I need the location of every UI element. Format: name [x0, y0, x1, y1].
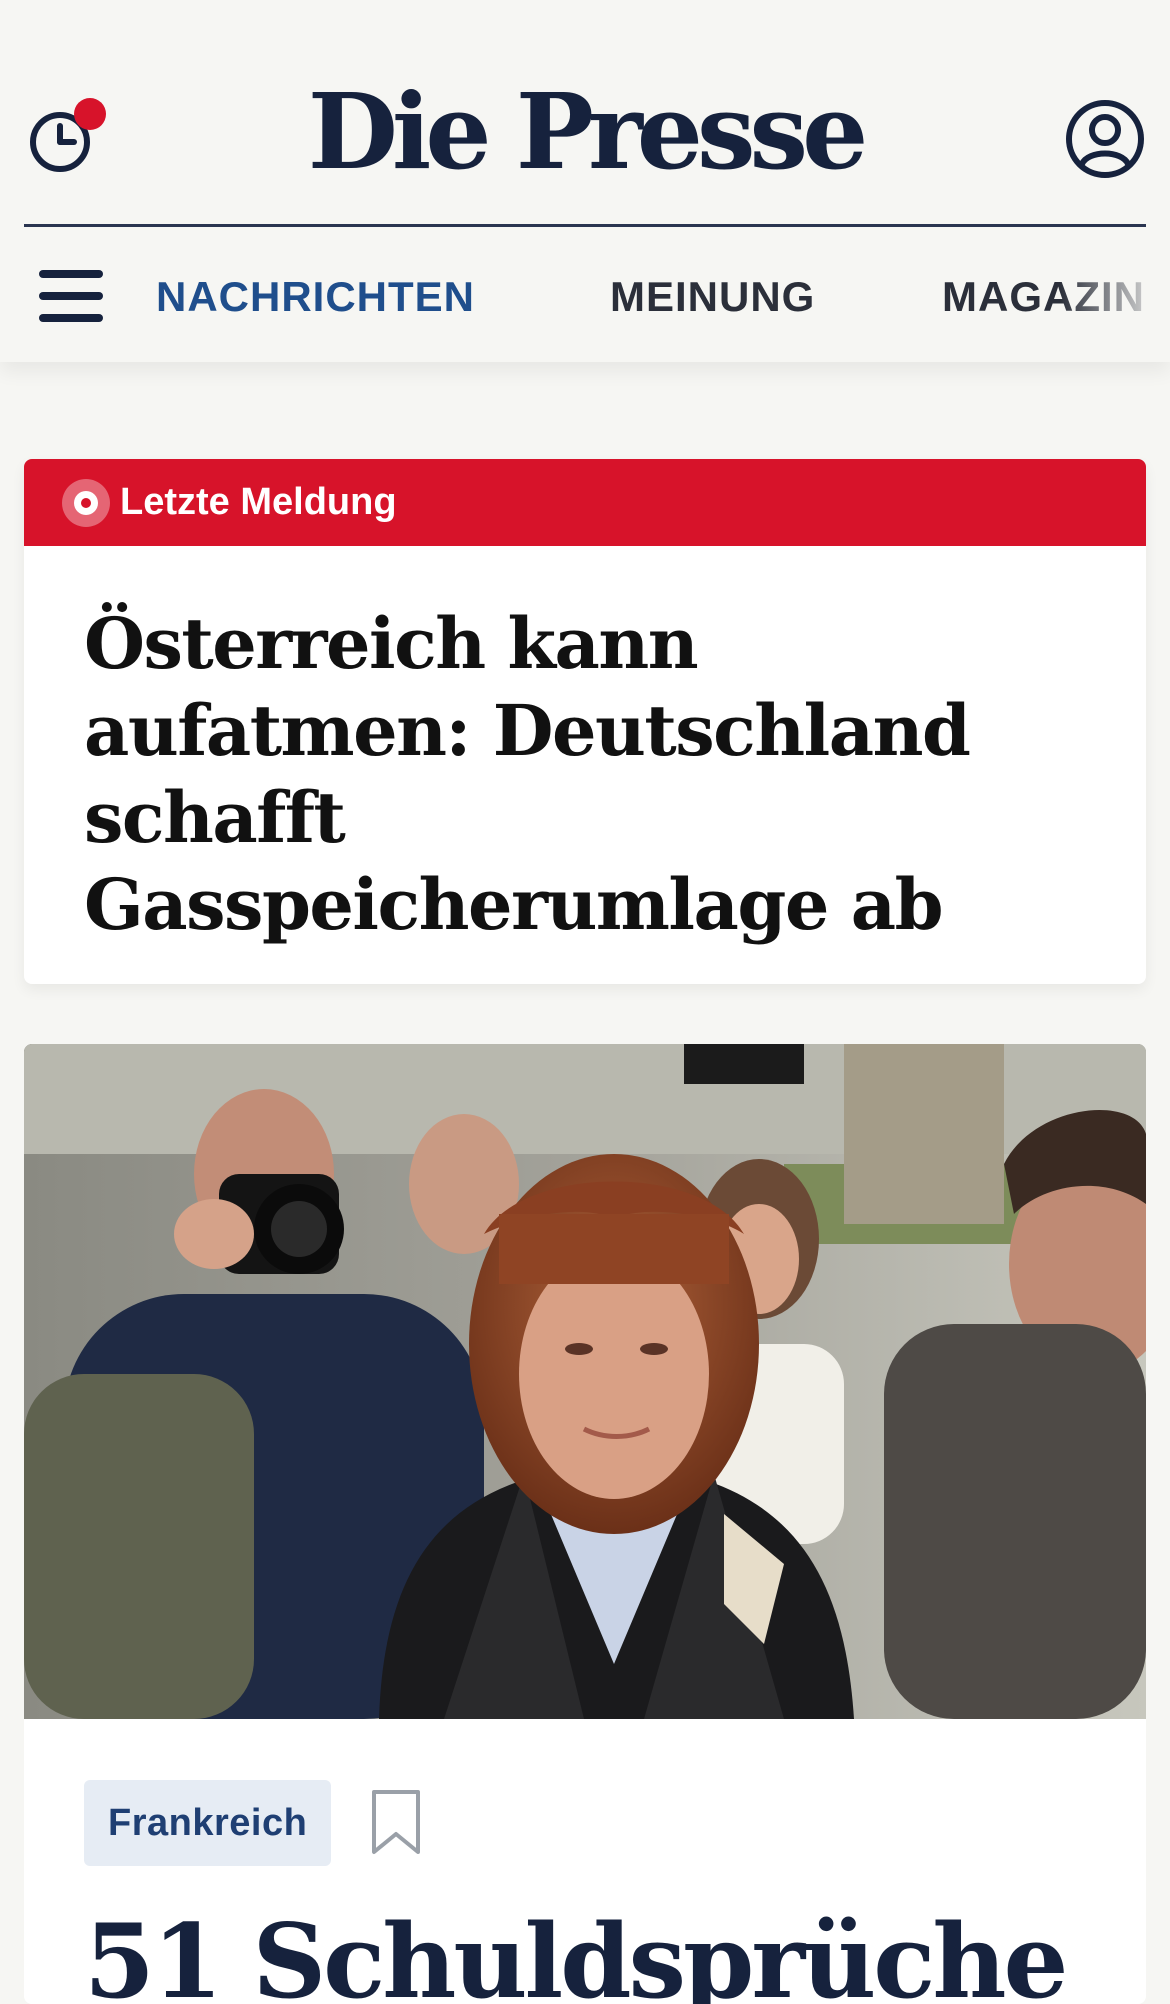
article-teaser-card[interactable]: Frankreich 51 Schuldsprüche [24, 1044, 1146, 2004]
breaking-news-headline[interactable]: Österreich kann aufatmen: Deutschland sc… [84, 600, 1084, 948]
live-dot-icon [62, 479, 110, 527]
header-divider [24, 224, 1146, 227]
notification-dot [74, 98, 106, 130]
article-headline[interactable]: 51 Schuldsprüche [84, 1902, 1134, 2004]
history-button[interactable] [24, 98, 106, 178]
nav-item-nachrichten[interactable]: NACHRICHTEN [156, 262, 475, 332]
nav-scroll-fade [1060, 262, 1170, 332]
breaking-news-card[interactable]: Letzte Meldung Österreich kann aufatmen:… [24, 459, 1146, 984]
main-navigation: NACHRICHTEN MEINUNG MAGAZIN [156, 262, 1170, 332]
site-header: Die Presse NACHRICHTEN MEINUNG MAGAZIN [0, 0, 1170, 362]
hamburger-menu-icon [39, 270, 103, 278]
hamburger-menu-icon-bar [39, 314, 103, 322]
bookmark-button[interactable] [368, 1788, 424, 1858]
site-logo[interactable]: Die Presse [300, 72, 870, 192]
profile-button[interactable] [1064, 98, 1146, 180]
article-image[interactable] [24, 1044, 1146, 1719]
breaking-news-label: Letzte Meldung [120, 481, 397, 523]
category-tag[interactable]: Frankreich [84, 1780, 332, 1866]
menu-button[interactable] [36, 266, 106, 326]
bookmark-icon [372, 1790, 420, 1854]
hamburger-menu-icon-bar [39, 292, 103, 300]
article-photo [24, 1044, 1146, 1719]
breaking-news-banner: Letzte Meldung [24, 459, 1146, 546]
nav-item-meinung[interactable]: MEINUNG [610, 262, 815, 332]
user-circle-icon [1066, 100, 1144, 178]
